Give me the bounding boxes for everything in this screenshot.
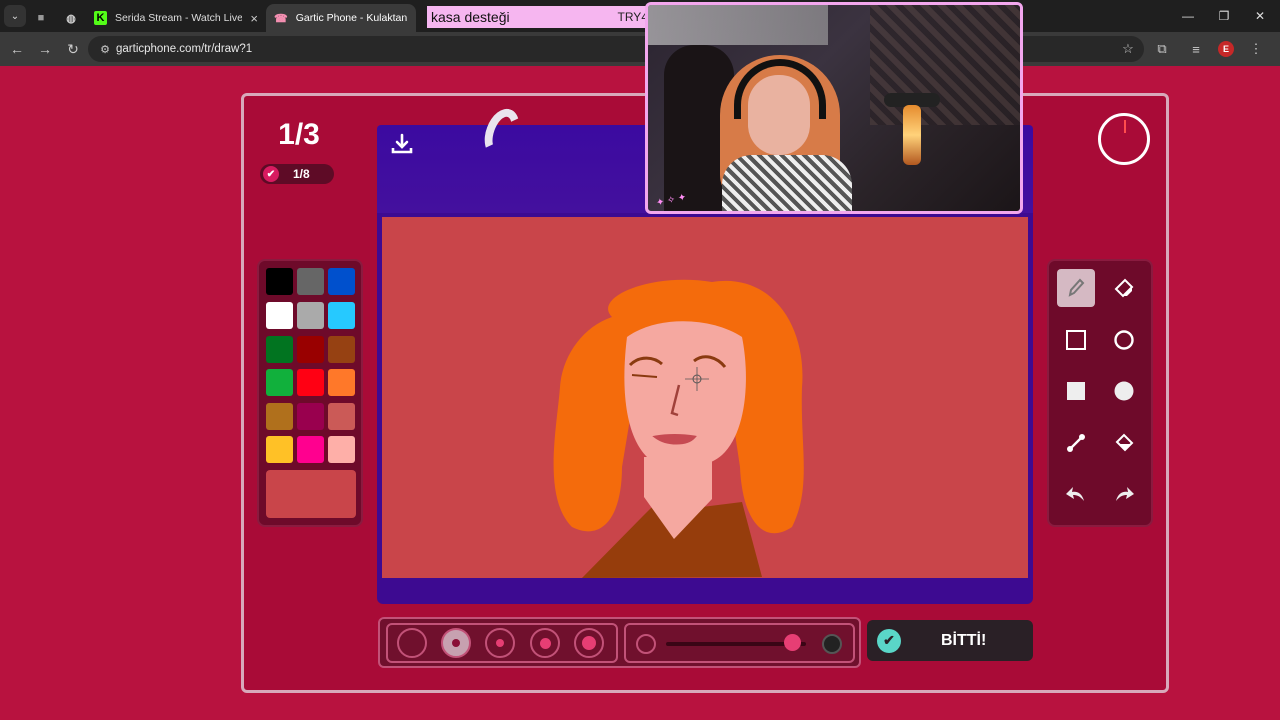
color-swatch[interactable] [297, 268, 324, 295]
minimize-button[interactable]: — [1170, 0, 1206, 32]
overlay-side-text: TRY4 [617, 10, 648, 24]
bookmark-star-icon[interactable]: ☆ [1116, 37, 1140, 61]
fill-bucket-icon [1113, 432, 1135, 454]
color-swatch[interactable] [328, 336, 355, 363]
brush-size-dot [539, 637, 551, 649]
undo-tool-button[interactable] [1057, 475, 1095, 513]
kick-icon: K [94, 11, 107, 25]
menu-kebab-icon[interactable]: ⋮ [1244, 37, 1268, 61]
rectangle-filled-tool-button[interactable] [1057, 372, 1095, 410]
tab-serida-stream[interactable]: K Serida Stream - Watch Live on × [86, 4, 266, 32]
extensions-icon[interactable]: ⧉ [1150, 37, 1174, 61]
close-icon[interactable]: × [250, 11, 258, 26]
profile-avatar[interactable]: E [1218, 41, 1234, 57]
tab-pinned-1[interactable]: ■ [26, 4, 56, 32]
tab-title: Serida Stream - Watch Live on [114, 12, 243, 24]
color-swatch[interactable] [328, 436, 355, 463]
color-swatch[interactable] [266, 436, 293, 463]
current-color-preview [266, 470, 356, 518]
drawing-canvas[interactable] [382, 217, 1028, 578]
streamer-webcam: ✦ ✧ ✦ [645, 2, 1023, 214]
color-swatch[interactable] [328, 302, 355, 329]
check-icon: ✔ [263, 166, 279, 182]
brush-size-button[interactable] [441, 628, 471, 658]
color-swatch[interactable] [297, 436, 324, 463]
microphone-icon [903, 105, 921, 165]
check-circle-icon: ✔ [877, 628, 901, 653]
round-counter: 1/3 [278, 118, 320, 151]
square-icon: ■ [37, 12, 45, 24]
brush-size-dot [582, 636, 596, 650]
color-swatch[interactable] [266, 369, 293, 396]
pencil-icon [1066, 277, 1086, 299]
timer-hand [1124, 120, 1126, 133]
color-swatch[interactable] [328, 268, 355, 295]
color-swatch[interactable] [266, 403, 293, 430]
opacity-slider-thumb[interactable] [784, 634, 801, 651]
globe-icon: ◍ [66, 12, 76, 25]
eraser-tool-button[interactable] [1105, 269, 1143, 307]
ellipse-filled-icon [1113, 380, 1135, 402]
color-swatch[interactable] [266, 268, 293, 295]
players-done-badge: ✔ 1/8 [260, 164, 334, 184]
brush-size-button[interactable] [530, 628, 560, 658]
forward-button[interactable]: → [32, 36, 58, 62]
gartic-icon: ☎ [274, 12, 288, 25]
ellipse-filled-tool-button[interactable] [1105, 372, 1143, 410]
round-timer [1098, 113, 1150, 165]
stream-overlay-banner: kasa desteği TRY4 [427, 6, 652, 28]
tab-title: Gartic Phone - Kulaktan Kulağ [295, 12, 408, 24]
tab-search-button[interactable]: ⌄ [4, 5, 26, 27]
redo-icon [1112, 483, 1136, 505]
reload-button[interactable]: ↻ [60, 36, 86, 62]
address-toolbar: ← → ↻ ⚙ garticphone.com/tr/draw?1 ☆ ⧉ ≡ … [0, 32, 1280, 66]
pencil-tool-button[interactable] [1057, 269, 1095, 307]
brush-size-button[interactable] [485, 628, 515, 658]
brush-size-button[interactable] [397, 628, 427, 658]
brush-size-dot [496, 639, 504, 647]
ellipse-outline-icon [1113, 329, 1135, 351]
fill-bucket-tool-button[interactable] [1105, 424, 1143, 462]
color-swatch[interactable] [328, 369, 355, 396]
ellipse-outline-tool-button[interactable] [1105, 321, 1143, 359]
close-window-button[interactable]: ✕ [1242, 0, 1278, 32]
site-settings-icon[interactable]: ⚙ [94, 43, 116, 56]
color-swatch[interactable] [328, 403, 355, 430]
color-swatch[interactable] [297, 369, 324, 396]
players-done-count: 1/8 [293, 167, 310, 181]
done-button[interactable]: ✔ BİTTİ! [867, 620, 1033, 661]
color-swatch[interactable] [266, 302, 293, 329]
back-button[interactable]: ← [4, 36, 30, 62]
eraser-icon [1113, 277, 1135, 299]
download-icon [391, 133, 413, 154]
line-icon [1065, 432, 1087, 454]
undo-icon [1064, 483, 1088, 505]
media-controls-icon[interactable]: ≡ [1184, 37, 1208, 61]
color-swatch[interactable] [297, 302, 324, 329]
opacity-max-indicator [822, 634, 842, 654]
restore-button[interactable]: ❐ [1206, 0, 1242, 32]
redo-tool-button[interactable] [1105, 475, 1143, 513]
brush-size-dot [452, 639, 460, 647]
color-swatch[interactable] [297, 336, 324, 363]
opacity-min-indicator [636, 634, 656, 654]
chevron-down-icon: ⌄ [10, 10, 20, 22]
rectangle-outline-tool-button[interactable] [1057, 321, 1095, 359]
rectangle-filled-icon [1065, 380, 1087, 402]
done-label: BİTTİ! [941, 631, 987, 649]
brush-size-button[interactable] [574, 628, 604, 658]
color-swatch[interactable] [266, 336, 293, 363]
rectangle-outline-icon [1065, 329, 1087, 351]
download-button[interactable] [388, 130, 416, 158]
url-text: garticphone.com/tr/draw?1 [116, 43, 253, 55]
tab-pinned-2[interactable]: ◍ [56, 4, 86, 32]
overlay-text: kasa desteği [431, 9, 510, 25]
line-tool-button[interactable] [1057, 424, 1095, 462]
tab-gartic-phone[interactable]: ☎ Gartic Phone - Kulaktan Kulağ [266, 4, 416, 32]
color-swatch[interactable] [297, 403, 324, 430]
portrait-drawing [553, 279, 804, 578]
